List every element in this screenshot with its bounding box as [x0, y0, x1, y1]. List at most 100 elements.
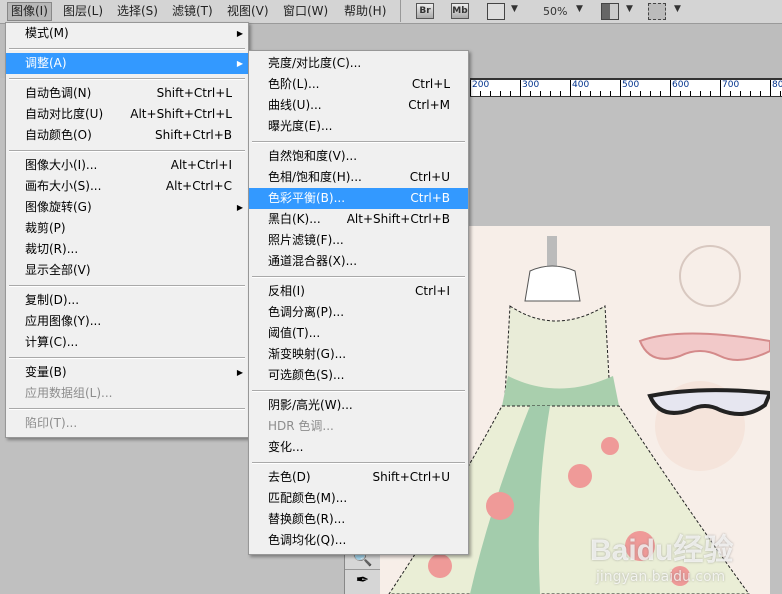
horizontal-ruler: 200 300 400 500 600 700 800 [470, 78, 782, 97]
bridge-button[interactable]: Br [416, 3, 434, 19]
menu-item-mode[interactable]: 模式(M) ▶ [6, 23, 248, 44]
menu-item-crop[interactable]: 裁剪(P) [6, 218, 248, 239]
label: 画布大小(S)... [25, 179, 102, 193]
view-extras-icon[interactable] [487, 3, 505, 20]
menu-window[interactable]: 窗口(W) [280, 2, 331, 21]
menu-item-channel-mixer[interactable]: 通道混合器(X)... [249, 251, 468, 272]
menu-help[interactable]: 帮助(H) [341, 2, 389, 21]
label: 匹配颜色(M)... [268, 491, 348, 505]
menu-filter[interactable]: 滤镜(T) [169, 2, 216, 21]
menu-item-image-size[interactable]: 图像大小(I)... Alt+Ctrl+I [6, 155, 248, 176]
menu-item-trap: 陷印(T)... [6, 413, 248, 434]
menu-item-color-balance[interactable]: 色彩平衡(B)... Ctrl+B [249, 188, 468, 209]
menu-separator [249, 137, 468, 146]
shortcut: Alt+Ctrl+C [165, 179, 232, 193]
menu-item-selective-color[interactable]: 可选颜色(S)... [249, 365, 468, 386]
label: 亮度/对比度(C)... [268, 56, 362, 70]
chevron-down-icon[interactable]: ▼ [511, 4, 518, 14]
menu-item-gradient-map[interactable]: 渐变映射(G)... [249, 344, 468, 365]
menu-item-variations[interactable]: 变化... [249, 437, 468, 458]
mini-bridge-button[interactable]: Mb [451, 3, 469, 19]
menu-image[interactable]: 图像(I) [7, 2, 52, 21]
menu-item-black-white[interactable]: 黑白(K)... Alt+Shift+Ctrl+B [249, 209, 468, 230]
menu-item-levels[interactable]: 色阶(L)... Ctrl+L [249, 74, 468, 95]
menu-item-desaturate[interactable]: 去色(D) Shift+Ctrl+U [249, 467, 468, 488]
chevron-down-icon[interactable]: ▼ [674, 4, 681, 14]
menu-item-curves[interactable]: 曲线(U)... Ctrl+M [249, 95, 468, 116]
pen-tool-icon[interactable]: ✒ [345, 569, 380, 589]
label: 渐变映射(G)... [268, 347, 347, 361]
menu-item-calculations[interactable]: 计算(C)... [6, 332, 248, 353]
label: 色相/饱和度(H)... [268, 170, 362, 184]
label: 显示全部(V) [25, 263, 91, 277]
label: 裁切(R)... [25, 242, 79, 256]
shortcut: Alt+Shift+Ctrl+L [130, 107, 232, 121]
menu-item-hue-saturation[interactable]: 色相/饱和度(H)... Ctrl+U [249, 167, 468, 188]
screen-mode-icon[interactable] [648, 3, 666, 20]
menu-layer[interactable]: 图层(L) [60, 2, 106, 21]
label: 变化... [268, 440, 304, 454]
menu-separator [6, 146, 248, 155]
menu-item-canvas-size[interactable]: 画布大小(S)... Alt+Ctrl+C [6, 176, 248, 197]
menu-item-shadows-highlights[interactable]: 阴影/高光(W)... [249, 395, 468, 416]
menu-separator [249, 458, 468, 467]
shortcut: Shift+Ctrl+L [156, 86, 232, 100]
menu-item-vibrance[interactable]: 自然饱和度(V)... [249, 146, 468, 167]
menu-item-photo-filter[interactable]: 照片滤镜(F)... [249, 230, 468, 251]
label: 陷印(T)... [25, 416, 78, 430]
menu-item-auto-tone[interactable]: 自动色调(N) Shift+Ctrl+L [6, 83, 248, 104]
menu-item-adjustments[interactable]: 调整(A) ▶ [6, 53, 248, 74]
chevron-down-icon[interactable]: ▼ [626, 4, 633, 14]
label: 复制(D)... [25, 293, 80, 307]
shortcut: Alt+Shift+Ctrl+B [346, 212, 450, 226]
menu-item-trim[interactable]: 裁切(R)... [6, 239, 248, 260]
image-menu: 模式(M) ▶ 调整(A) ▶ 自动色调(N) Shift+Ctrl+L 自动对比度(… [5, 22, 249, 438]
submenu-arrow-icon: ▶ [236, 29, 243, 38]
label: 自动色调(N) [25, 86, 92, 100]
menu-item-apply-data-set: 应用数据组(L)... [6, 383, 248, 404]
submenu-arrow-icon: ▶ [236, 59, 243, 68]
menu-item-match-color[interactable]: 匹配颜色(M)... [249, 488, 468, 509]
menu-item-image-rotation[interactable]: 图像旋转(G) ▶ [6, 197, 248, 218]
label: 色彩平衡(B)... [268, 191, 346, 205]
shortcut: Ctrl+L [411, 77, 450, 91]
menu-item-auto-contrast[interactable]: 自动对比度(U) Alt+Shift+Ctrl+L [6, 104, 248, 125]
menu-item-threshold[interactable]: 阈值(T)... [249, 323, 468, 344]
label: 图像旋转(G) [25, 200, 92, 214]
label: 应用数据组(L)... [25, 386, 113, 400]
adjustments-submenu: 亮度/对比度(C)... 色阶(L)... Ctrl+L 曲线(U)... Ctrl… [248, 50, 469, 555]
menu-item-apply-image[interactable]: 应用图像(Y)... [6, 311, 248, 332]
menu-separator [6, 353, 248, 362]
zoom-level-select[interactable]: 50% [543, 3, 567, 20]
shortcut: Shift+Ctrl+B [155, 128, 232, 142]
menu-item-brightness-contrast[interactable]: 亮度/对比度(C)... [249, 53, 468, 74]
chevron-down-icon[interactable]: ▼ [576, 4, 583, 14]
label: 阈值(T)... [268, 326, 321, 340]
label: 曝光度(E)... [268, 119, 333, 133]
arrange-documents-icon[interactable] [601, 3, 619, 20]
menu-item-duplicate[interactable]: 复制(D)... [6, 290, 248, 311]
label: 计算(C)... [25, 335, 79, 349]
menu-item-exposure[interactable]: 曝光度(E)... [249, 116, 468, 137]
menu-item-hdr-toning: HDR 色调... [249, 416, 468, 437]
menu-separator [249, 386, 468, 395]
label: 色调均化(Q)... [268, 533, 347, 547]
label: 图像大小(I)... [25, 158, 98, 172]
label: 色调分离(P)... [268, 305, 345, 319]
menu-item-reveal-all[interactable]: 显示全部(V) [6, 260, 248, 281]
menu-item-auto-color[interactable]: 自动颜色(O) Shift+Ctrl+B [6, 125, 248, 146]
label: 替换颜色(R)... [268, 512, 346, 526]
submenu-arrow-icon: ▶ [236, 203, 243, 212]
label: 应用图像(Y)... [25, 314, 102, 328]
menu-item-equalize[interactable]: 色调均化(Q)... [249, 530, 468, 551]
menu-view[interactable]: 视图(V) [224, 2, 272, 21]
menu-select[interactable]: 选择(S) [114, 2, 161, 21]
watermark-url: jingyan.baidu.com [596, 569, 726, 585]
menu-item-invert[interactable]: 反相(I) Ctrl+I [249, 281, 468, 302]
menu-item-posterize[interactable]: 色调分离(P)... [249, 302, 468, 323]
menu-bar: 图像(I) 图层(L) 选择(S) 滤镜(T) 视图(V) 窗口(W) 帮助(H… [0, 0, 782, 24]
menu-item-replace-color[interactable]: 替换颜色(R)... [249, 509, 468, 530]
menu-item-variables[interactable]: 变量(B) ▶ [6, 362, 248, 383]
label: 自动颜色(O) [25, 128, 92, 142]
label: 黑白(K)... [268, 212, 321, 226]
